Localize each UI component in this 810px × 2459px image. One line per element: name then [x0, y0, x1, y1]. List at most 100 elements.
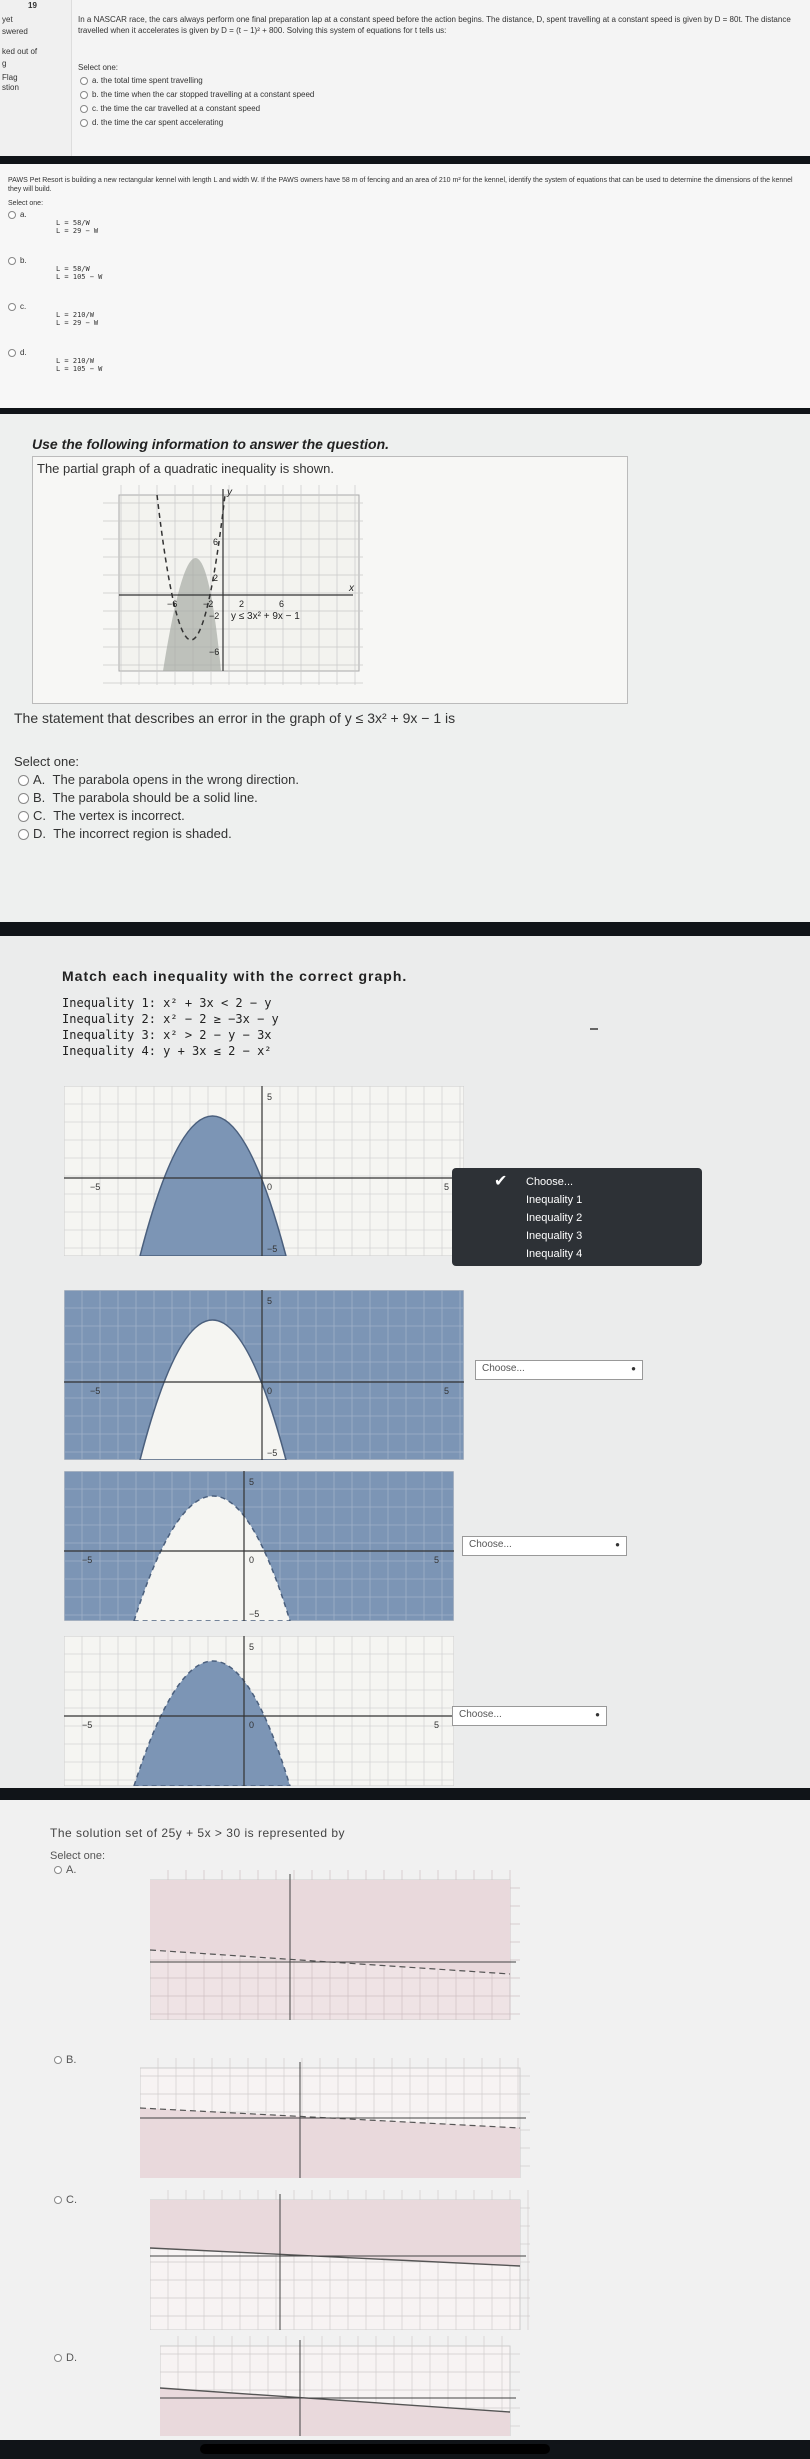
option-d[interactable]: D. [54, 2352, 77, 2364]
option-a[interactable]: a. the total time spent travelling [80, 76, 314, 90]
quadratic-graph: x y −6 −2 2 6 6 2 −2 −6 y ≤ 3x² + 9x − 1 [103, 485, 363, 685]
option-d[interactable]: d. L = 210/W L = 105 − W [8, 348, 102, 373]
question-5-card: The solution set of 25y + 5x > 30 is rep… [0, 1800, 810, 2440]
radio-button[interactable] [18, 829, 29, 841]
select-value: Choose... [482, 1363, 525, 1374]
question-stem: In a NASCAR race, the cars always perfor… [78, 15, 791, 35]
tick-label: 5 [444, 1386, 449, 1396]
option-c[interactable]: C. The vertex is incorrect. [18, 808, 299, 826]
dropdown-option-inequality-4[interactable]: Inequality 4 [452, 1246, 702, 1264]
tick-label-y: −2 [209, 611, 219, 621]
radio-button[interactable] [18, 793, 29, 805]
tick-label: −5 [90, 1182, 100, 1192]
radio-button[interactable] [8, 348, 16, 357]
radio-button[interactable] [8, 302, 16, 311]
option-b[interactable]: b. L = 58/W L = 105 − W [8, 256, 102, 281]
radio-button[interactable] [54, 2056, 62, 2065]
question-sidebar: 19 yet swered ked out of g Flag stion [0, 0, 72, 156]
dropdown-option-choose[interactable]: ✔ Choose... [452, 1173, 702, 1192]
option-letter: A. [66, 1864, 77, 1876]
home-indicator [200, 2444, 550, 2454]
dropdown-arrow-icon: ● [631, 1364, 636, 1373]
radio-button[interactable] [80, 118, 88, 127]
radio-button[interactable] [54, 2196, 62, 2205]
question-3-card: Use the following information to answer … [0, 414, 810, 922]
question-stem: The solution set of 25y + 5x > 30 is rep… [50, 1826, 345, 1840]
inequality-select-3[interactable]: Choose... ● [462, 1536, 627, 1556]
flag-link[interactable]: stion [2, 82, 19, 93]
tick-label: 5 [444, 1182, 449, 1192]
equation-1: L = 210/W [56, 311, 94, 319]
option-d[interactable]: d. the time the car spent accelerating [80, 118, 314, 132]
option-letter: a. [92, 76, 99, 85]
tick-label: 0 [249, 1555, 254, 1565]
option-text: The vertex is incorrect. [53, 808, 185, 823]
option-b[interactable]: b. the time when the car stopped travell… [80, 90, 314, 104]
inequality-label: y ≤ 3x² + 9x − 1 [231, 611, 300, 622]
tick-label-x: 2 [239, 599, 244, 609]
tick-label-y: 2 [213, 573, 218, 583]
graph-2: −5 5 0 5 −5 [64, 1290, 464, 1460]
option-text: The incorrect region is shaded. [53, 826, 232, 841]
option-letter: D. [66, 2352, 77, 2364]
option-d[interactable]: D. The incorrect region is shaded. [18, 826, 299, 844]
tick-label-x: −6 [167, 599, 177, 609]
option-letter: c. [20, 302, 27, 311]
option-letter: D. [33, 826, 46, 841]
select-value: Choose... [459, 1709, 502, 1720]
tick-label-x: 6 [279, 599, 284, 609]
option-letter: C. [66, 2194, 77, 2206]
radio-button[interactable] [80, 76, 88, 85]
option-c[interactable]: C. [54, 2194, 77, 2206]
option-c[interactable]: c. L = 210/W L = 29 − W [8, 302, 98, 327]
inequality-item: Inequality 4: y + 3x ≤ 2 − x² [62, 1044, 272, 1058]
option-letter: d. [20, 348, 27, 357]
equation-1: L = 210/W [56, 357, 94, 365]
dropdown-option-inequality-3[interactable]: Inequality 3 [452, 1228, 702, 1246]
inequality-item: Inequality 2: x² − 2 ≥ −3x − y [62, 1012, 279, 1026]
graph-4: −5 5 0 5 [64, 1636, 454, 1786]
select-value: Choose... [469, 1539, 512, 1550]
info-box: The partial graph of a quadratic inequal… [32, 456, 628, 704]
option-a[interactable]: a. L = 58/W L = 29 − W [8, 210, 98, 235]
radio-button[interactable] [8, 256, 16, 265]
option-letter: B. [33, 790, 46, 805]
tick-label: 5 [267, 1092, 272, 1102]
graph-background [118, 494, 360, 672]
option-b[interactable]: B. The parabola should be a solid line. [18, 790, 299, 808]
option-b[interactable]: B. [54, 2054, 76, 2066]
inequality-select-4[interactable]: Choose... ● [452, 1706, 607, 1726]
option-c[interactable]: c. the time the car travelled at a const… [80, 104, 314, 118]
radio-button[interactable] [18, 775, 29, 787]
axis-y-label: y [226, 487, 233, 498]
tick-label: 0 [249, 1720, 254, 1730]
option-a-graph [150, 1870, 520, 2020]
inequality-dropdown-menu-1[interactable]: ✔ Choose... Inequality 1 Inequality 2 Ine… [452, 1168, 702, 1266]
radio-button[interactable] [80, 104, 88, 113]
option-letter: B. [66, 2054, 77, 2066]
tick-label-y: −6 [209, 647, 219, 657]
drag-handle [590, 1028, 598, 1030]
option-text: the total time spent travelling [100, 76, 203, 85]
dropdown-option-inequality-1[interactable]: Inequality 1 [452, 1192, 702, 1210]
option-a[interactable]: A. The parabola opens in the wrong direc… [18, 772, 299, 790]
radio-button[interactable] [8, 210, 16, 219]
tick-label: 5 [249, 1477, 254, 1487]
inequality-item: Inequality 3: x² > 2 − y − 3x [62, 1028, 272, 1042]
status-line: swered [2, 27, 28, 36]
radio-button[interactable] [54, 2354, 62, 2363]
tick-label: −5 [249, 1609, 259, 1619]
select-one-label: Select one: [8, 200, 44, 207]
graph-3: −5 5 0 5 −5 [64, 1471, 454, 1621]
option-text: the time when the car stopped travelling… [100, 90, 315, 99]
radio-button[interactable] [80, 90, 88, 99]
radio-button[interactable] [18, 811, 29, 823]
dropdown-option-inequality-2[interactable]: Inequality 2 [452, 1210, 702, 1228]
option-text: the time the car travelled at a constant… [100, 104, 261, 113]
inequality-select-2[interactable]: Choose... ● [475, 1360, 643, 1380]
equation-2: L = 29 − W [56, 319, 99, 327]
equation-2: L = 29 − W [56, 227, 99, 235]
option-a[interactable]: A. [54, 1864, 76, 1876]
marks-line: ked out of [2, 47, 38, 56]
radio-button[interactable] [54, 1866, 62, 1875]
